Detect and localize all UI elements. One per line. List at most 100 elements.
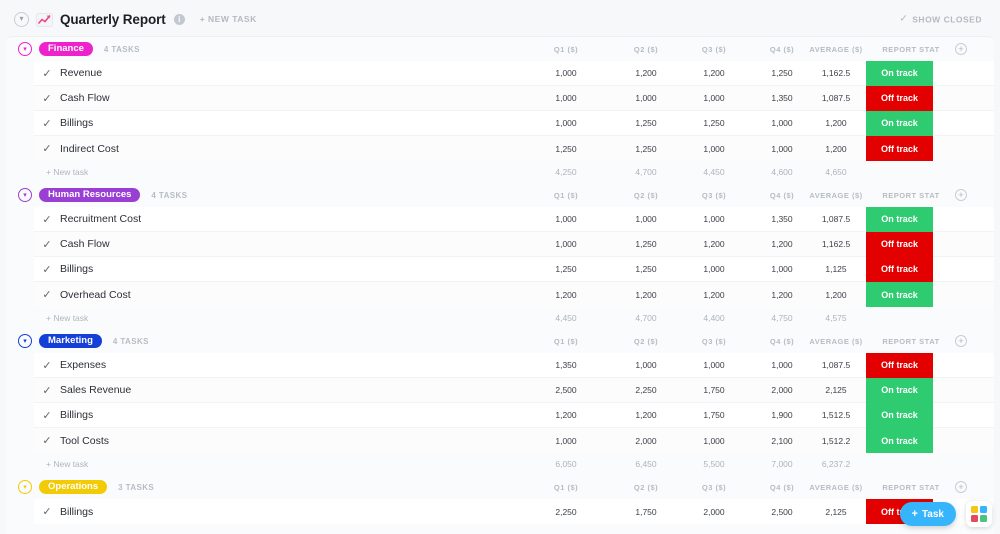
task-status-check-icon[interactable]: ✓ <box>34 288 60 301</box>
new-task-row-button[interactable]: + New task <box>6 167 88 177</box>
column-header-6[interactable]: REPORT STAT <box>866 191 956 200</box>
column-header-6[interactable]: REPORT STAT <box>866 337 956 346</box>
task-name[interactable]: Revenue <box>60 67 102 79</box>
add-column-button[interactable]: + <box>926 189 994 201</box>
table-row[interactable]: ✓Billings2,2501,7502,0002,5002,125Off tr… <box>34 499 994 524</box>
column-header-5[interactable]: AVERAGE ($) <box>796 337 876 346</box>
status-badge[interactable]: On track <box>866 110 933 136</box>
status-badge[interactable]: On track <box>866 377 933 403</box>
column-header-3[interactable]: Q3 ($) <box>674 45 754 54</box>
table-row[interactable]: ✓ Cash Flow 1,000 1,250 1,200 1,200 1,162.5 Off… <box>34 231 994 257</box>
column-header-4[interactable]: Q4 ($) <box>742 191 822 200</box>
column-header-4[interactable]: Q4 ($) <box>742 483 822 492</box>
task-name[interactable]: Recruitment Cost <box>60 213 141 225</box>
cell-1[interactable]: 1,000 <box>526 436 606 446</box>
table-row[interactable]: ✓ Billings 1,000 1,250 1,250 1,000 1,200 On tra… <box>34 110 994 136</box>
cell-1[interactable]: 1,000 <box>526 239 606 249</box>
new-task-row-button[interactable]: + New task <box>6 313 88 323</box>
table-row[interactable]: ✓ Recruitment Cost 1,000 1,000 1,000 1,350 1,0… <box>34 207 994 232</box>
status-badge[interactable]: Off track <box>866 85 933 111</box>
task-status-check-icon[interactable]: ✓ <box>34 238 60 251</box>
new-task-row-button[interactable]: + New task <box>6 459 88 469</box>
cell-1[interactable]: 1,000 <box>526 118 606 128</box>
cell-5[interactable]: 1,162.5 <box>796 239 876 249</box>
cell-5[interactable]: 1,087.5 <box>796 360 876 370</box>
chevron-down-circle-icon[interactable]: ▾ <box>14 11 29 27</box>
task-name[interactable]: Cash Flow <box>60 238 110 250</box>
status-badge[interactable]: On track <box>866 207 933 232</box>
cell-5[interactable]: 1,200 <box>796 144 876 154</box>
column-header-1[interactable]: Q1 ($) <box>526 483 606 492</box>
status-badge[interactable]: On track <box>866 428 933 453</box>
cell-5[interactable]: 1,512.5 <box>796 410 876 420</box>
show-closed-toggle[interactable]: ✓ SHOW CLOSED <box>899 14 982 25</box>
task-name[interactable]: Billings <box>60 263 93 275</box>
add-column-button[interactable]: + <box>926 335 994 347</box>
cell-5[interactable]: 1,200 <box>796 290 876 300</box>
cell-5[interactable]: 2,125 <box>796 385 876 395</box>
cell-5[interactable]: 1,200 <box>796 118 876 128</box>
task-status-check-icon[interactable]: ✓ <box>34 434 60 447</box>
group-name-badge[interactable]: Operations <box>39 479 108 495</box>
status-badge[interactable]: Off track <box>866 136 933 161</box>
group-collapse-icon[interactable]: ▾ <box>18 334 32 348</box>
task-status-check-icon[interactable]: ✓ <box>34 117 60 130</box>
table-row[interactable]: ✓ Expenses 1,350 1,000 1,000 1,000 1,087.5 Off … <box>34 353 994 378</box>
cell-5[interactable]: 1,512.2 <box>796 436 876 446</box>
group-name-badge[interactable]: Human Resources <box>39 187 141 203</box>
column-header-5[interactable]: AVERAGE ($) <box>796 45 876 54</box>
cell-5[interactable]: 1,087.5 <box>796 214 876 224</box>
task-status-check-icon[interactable]: ✓ <box>34 359 60 372</box>
column-header-1[interactable]: Q1 ($) <box>526 45 606 54</box>
task-status-check-icon[interactable]: ✓ <box>34 505 60 518</box>
task-name[interactable]: Billings <box>60 506 93 518</box>
task-name[interactable]: Indirect Cost <box>60 143 119 155</box>
column-header-5[interactable]: AVERAGE ($) <box>796 191 876 200</box>
task-name[interactable]: Expenses <box>60 359 106 371</box>
task-status-check-icon[interactable]: ✓ <box>34 384 60 397</box>
column-header-3[interactable]: Q3 ($) <box>674 483 754 492</box>
cell-1[interactable]: 1,200 <box>526 290 606 300</box>
table-row[interactable]: ✓ Cash Flow 1,000 1,000 1,000 1,350 1,087.5 Off… <box>34 85 994 111</box>
task-status-check-icon[interactable]: ✓ <box>34 142 60 155</box>
status-badge[interactable]: Off track <box>866 353 933 378</box>
status-badge[interactable]: Off track <box>866 231 933 257</box>
cell-5[interactable]: 1,125 <box>796 264 876 274</box>
cell-1[interactable]: 1,350 <box>526 360 606 370</box>
column-header-4[interactable]: Q4 ($) <box>742 45 822 54</box>
table-row[interactable]: ✓ Overhead Cost 1,200 1,200 1,200 1,200 1,200 O… <box>34 282 994 307</box>
column-header-1[interactable]: Q1 ($) <box>526 191 606 200</box>
cell-1[interactable]: 2,250 <box>526 507 606 517</box>
cell-1[interactable]: 1,000 <box>526 93 606 103</box>
table-row[interactable]: ✓ Sales Revenue 2,500 2,250 1,750 2,000 2,125 O… <box>34 377 994 403</box>
column-header-3[interactable]: Q3 ($) <box>674 337 754 346</box>
column-header-2[interactable]: Q2 ($) <box>606 337 686 346</box>
group-collapse-icon[interactable]: ▾ <box>18 42 32 56</box>
status-badge[interactable]: Off track <box>866 256 933 282</box>
table-row[interactable]: ✓ Revenue 1,000 1,200 1,200 1,250 1,162.5 On tr… <box>34 61 994 86</box>
task-name[interactable]: Billings <box>60 409 93 421</box>
table-row[interactable]: ✓ Billings 1,200 1,200 1,750 1,900 1,512.5 On t… <box>34 402 994 428</box>
add-column-button[interactable]: + <box>926 43 994 55</box>
cell-5[interactable]: 1,087.5 <box>796 93 876 103</box>
task-status-check-icon[interactable]: ✓ <box>34 92 60 105</box>
task-name[interactable]: Billings <box>60 117 93 129</box>
cell-1[interactable]: 1,000 <box>526 68 606 78</box>
group-collapse-icon[interactable]: ▾ <box>18 480 32 494</box>
task-name[interactable]: Sales Revenue <box>60 384 131 396</box>
column-header-3[interactable]: Q3 ($) <box>674 191 754 200</box>
cell-1[interactable]: 1,250 <box>526 144 606 154</box>
cell-1[interactable]: 1,200 <box>526 410 606 420</box>
apps-grid-icon[interactable] <box>966 501 992 527</box>
status-badge[interactable]: On track <box>866 282 933 307</box>
task-status-check-icon[interactable]: ✓ <box>34 409 60 422</box>
new-task-fab[interactable]: + Task <box>899 502 956 526</box>
task-name[interactable]: Tool Costs <box>60 435 109 447</box>
column-header-2[interactable]: Q2 ($) <box>606 45 686 54</box>
table-row[interactable]: ✓ Indirect Cost 1,250 1,250 1,000 1,000 1,200 O… <box>34 136 994 161</box>
task-status-check-icon[interactable]: ✓ <box>34 213 60 226</box>
column-header-4[interactable]: Q4 ($) <box>742 337 822 346</box>
group-name-badge[interactable]: Marketing <box>39 333 102 349</box>
task-name[interactable]: Cash Flow <box>60 92 110 104</box>
cell-5[interactable]: 1,162.5 <box>796 68 876 78</box>
